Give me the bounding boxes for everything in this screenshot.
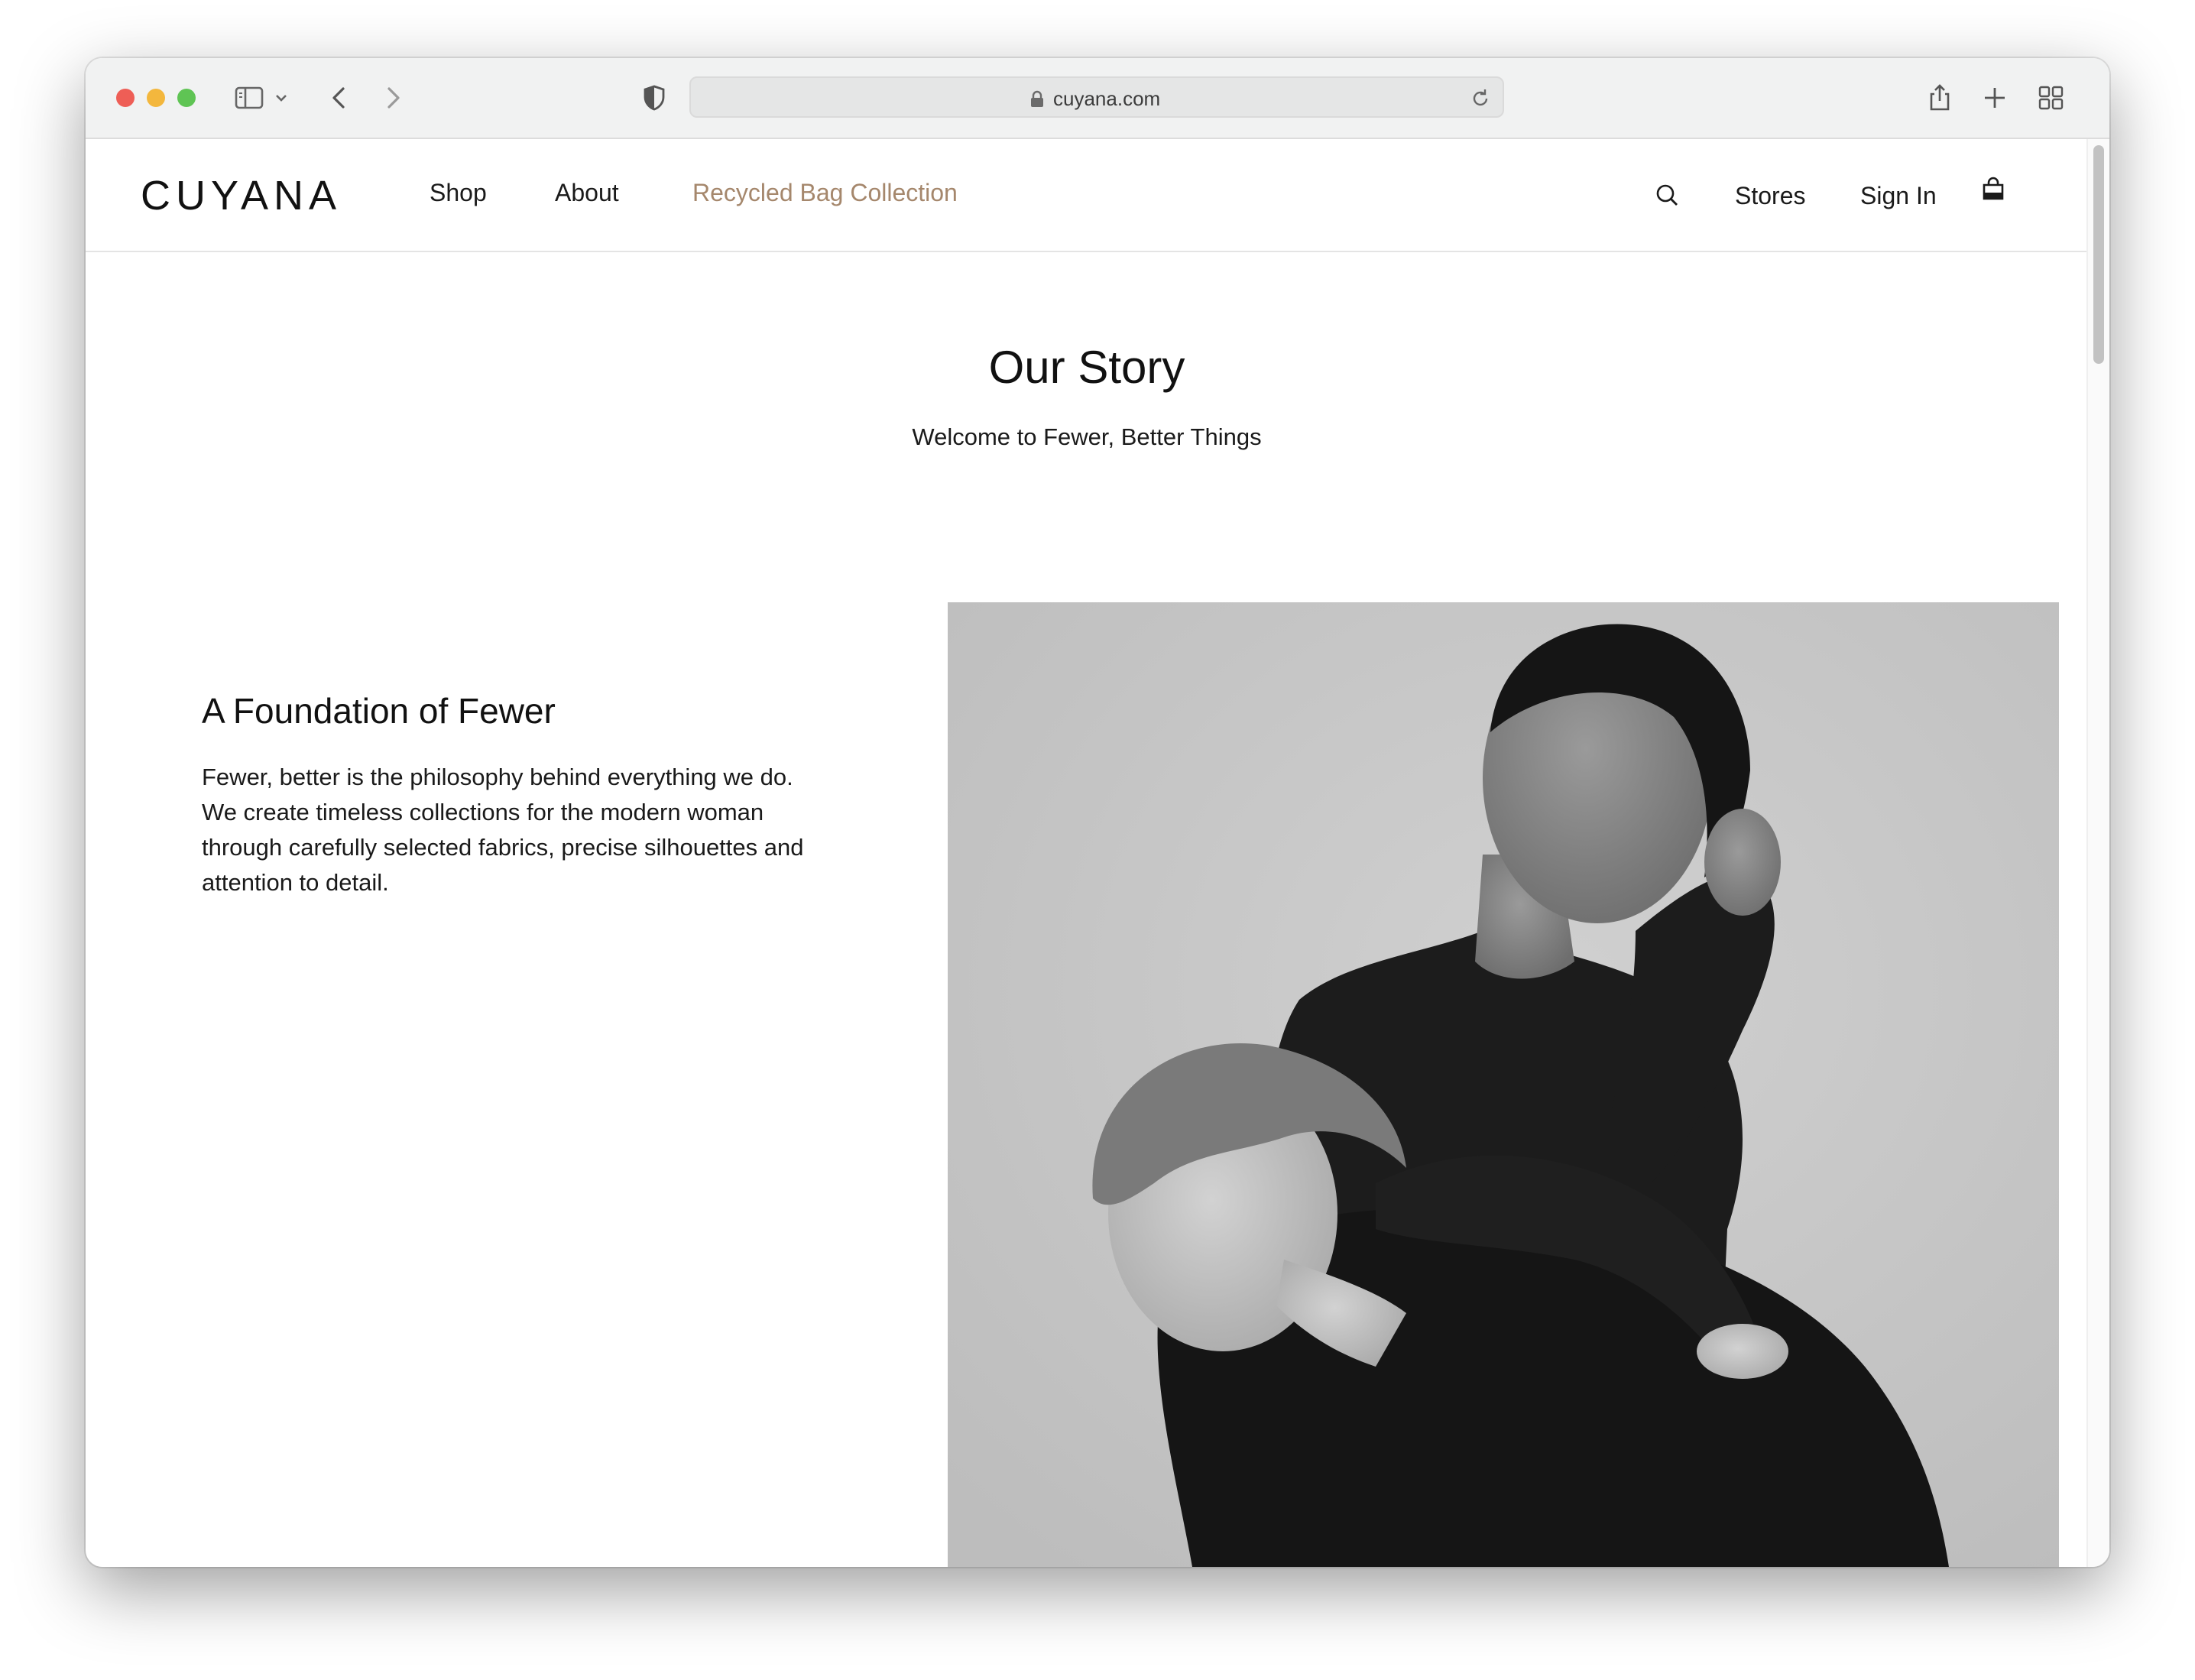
browser-toolbar: cuyana.com [86,58,2109,139]
minimize-window-button[interactable] [147,89,165,107]
close-window-button[interactable] [116,89,135,107]
chevron-down-icon[interactable] [272,83,290,113]
lock-icon [1030,90,1044,107]
chevron-right-icon[interactable] [378,83,408,113]
shopping-bag-icon[interactable] [1979,176,2007,203]
tab-overview-icon[interactable] [2036,83,2067,113]
zoom-window-button[interactable] [177,89,196,107]
reload-icon[interactable] [1469,87,1492,110]
address-bar[interactable]: cuyana.com [689,76,1504,118]
scrollbar-thumb[interactable] [2093,145,2104,364]
site-logo[interactable]: CUYANA [141,173,342,219]
sign-in-link[interactable]: Sign In [1860,180,1937,211]
site-header: CUYANA Shop About Recycled Bag Collectio… [86,139,2088,252]
sidebar-icon[interactable] [234,83,264,113]
share-icon[interactable] [1924,83,1955,113]
shield-icon[interactable] [639,83,670,113]
nav-about[interactable]: About [555,177,619,208]
page-subtitle: Welcome to Fewer, Better Things [912,423,1262,450]
nav-recycled-bag-collection[interactable]: Recycled Bag Collection [692,177,958,208]
nav-shop[interactable]: Shop [430,177,487,208]
hero-photo [948,602,2059,1567]
section-body-text: Fewer, better is the philosophy behind e… [202,764,804,896]
browser-window: cuyana.com CUYANA Shop About Recycled Ba… [86,58,2109,1567]
page-title: Our Story [988,342,1185,393]
chevron-left-icon[interactable] [324,83,355,113]
search-icon[interactable] [1654,182,1681,209]
section-heading: A Foundation of Fewer [202,691,556,731]
plus-icon[interactable] [1979,83,2010,113]
scrollbar[interactable] [2086,139,2109,1567]
stores-link[interactable]: Stores [1735,180,1805,211]
url-text: cuyana.com [1053,87,1161,110]
